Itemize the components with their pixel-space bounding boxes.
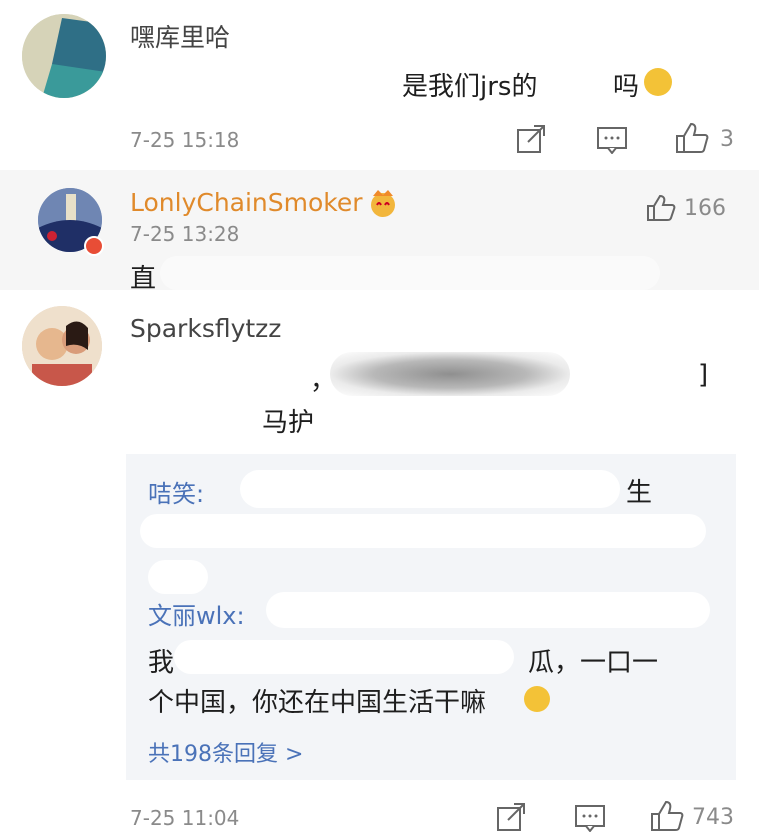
reply-box[interactable]: 咭笑: 生 文丽wlx: 我 瓜，一口一 个中国，你还在中国生活干嘛 共198条…: [126, 454, 736, 780]
like-count: 166: [684, 196, 726, 221]
comment-3: Sparksflytzz ， ] 马护 咭笑: 生 文丽wlx: 我 瓜，一口一…: [0, 292, 759, 834]
comment-1: 嘿库里哈 是我们jrs的 吗 7-25 15:18 3: [0, 0, 759, 168]
comment-2: LonlyChainSmoker 7-25 13:28 166 直: [0, 170, 759, 290]
reply-text-tail: 生: [626, 478, 653, 508]
reply-author[interactable]: 文丽wlx:: [148, 596, 245, 631]
avatar[interactable]: [22, 14, 106, 98]
share-icon[interactable]: [496, 802, 526, 832]
avatar-image: [22, 306, 102, 386]
comment-author[interactable]: Sparksflytzz: [130, 314, 281, 343]
crown-emoji-icon: [368, 188, 398, 218]
comment-author[interactable]: 嘿库里哈: [130, 18, 230, 54]
comment-text-tail: 吗: [613, 72, 640, 102]
avatar[interactable]: [22, 306, 102, 386]
comment-text-line1: ， ]: [130, 352, 730, 398]
like-icon[interactable]: [675, 122, 709, 154]
vip-badge-icon: [84, 236, 104, 256]
cry-emoji-icon: [644, 68, 672, 96]
comment-author[interactable]: LonlyChainSmoker: [130, 188, 363, 217]
comment-icon[interactable]: [596, 126, 628, 154]
comment-time: 7-25 15:18: [130, 128, 240, 152]
comment-text-line2: 马护: [262, 408, 315, 438]
more-replies-link[interactable]: 共198条回复 >: [148, 736, 303, 768]
like-icon[interactable]: [650, 800, 684, 832]
comment-text: 是我们jrs的 吗: [130, 66, 690, 102]
like-count: 3: [720, 127, 734, 152]
smile-emoji-icon: [524, 686, 550, 712]
comment-time: 7-25 11:04: [130, 806, 240, 830]
avatar-image: [22, 14, 106, 98]
reply-2: 文丽wlx: 我 瓜，一口一 个中国，你还在中国生活干嘛: [126, 590, 736, 730]
comment-text-bracket: ]: [698, 360, 709, 390]
reply-text-end: 瓜，一口一: [528, 648, 659, 678]
share-icon[interactable]: [516, 124, 546, 154]
reply-text-start: 我: [148, 648, 175, 678]
reply-author[interactable]: 咭笑:: [148, 474, 204, 509]
comment-text-fragment: 直: [130, 264, 157, 290]
comment-icon[interactable]: [574, 804, 606, 832]
reply-1: 咭笑: 生: [126, 454, 736, 594]
like-count: 743: [692, 805, 734, 830]
like-icon[interactable]: [646, 194, 676, 222]
reply-text-line3: 个中国，你还在中国生活干嘛: [148, 688, 487, 718]
comment-text-visible: 是我们jrs的: [402, 72, 538, 102]
comment-time: 7-25 13:28: [130, 222, 240, 246]
